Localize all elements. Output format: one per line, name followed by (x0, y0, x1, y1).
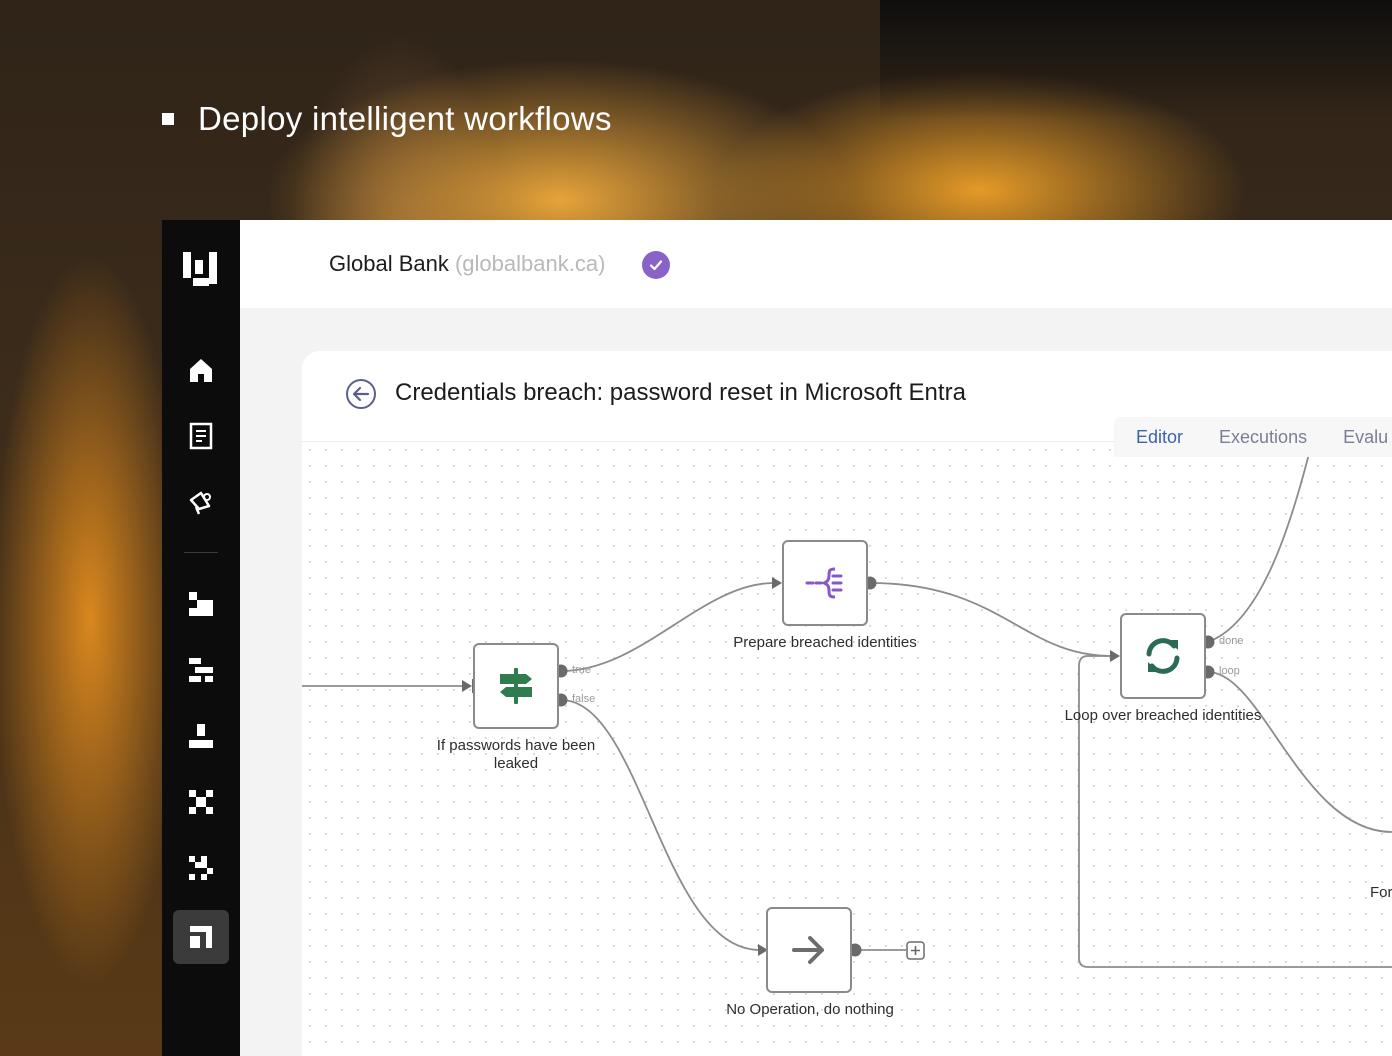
tagline-text: Deploy intelligent workflows (198, 100, 612, 137)
workflow-panel: Credentials breach: password reset in Mi… (302, 351, 1392, 1056)
arrow-right-icon (792, 936, 824, 964)
pixel-podium-icon[interactable] (187, 722, 215, 750)
home-icon[interactable] (187, 356, 215, 384)
port-label-false: false (572, 693, 596, 705)
sidebar-divider (184, 552, 218, 553)
organization-name: Global Bank (globalbank.ca) (329, 251, 605, 277)
pixel-cross-icon[interactable] (187, 788, 215, 816)
pixel-checker-icon[interactable] (187, 854, 215, 882)
refresh-loop-icon (1146, 638, 1180, 674)
top-header: Global Bank (globalbank.ca) (240, 220, 1392, 309)
add-node-button (906, 941, 925, 960)
signpost-icon (500, 668, 532, 704)
node-label-prepare: Prepare breached identities (733, 634, 917, 651)
port-label-loop: loop (1219, 665, 1240, 677)
node-loop-over-breached-identities[interactable] (1120, 613, 1206, 699)
app-logo-icon[interactable] (183, 252, 219, 288)
background-shadow (880, 0, 1392, 120)
node-label-loop: Loop over breached identities (1064, 707, 1262, 724)
node-label-noop: No Operation, do nothing (726, 1001, 894, 1018)
verified-check-icon (642, 251, 670, 279)
back-arrow-icon[interactable] (345, 378, 377, 410)
org-name-text: Global Bank (329, 251, 449, 276)
org-domain-text: (globalbank.ca) (454, 251, 606, 276)
port-label-true: true (572, 664, 591, 676)
tagline: Deploy intelligent workflows (162, 100, 612, 138)
node-no-operation[interactable] (766, 907, 852, 993)
pixel-stairs-icon[interactable] (187, 656, 215, 684)
workflow-title: Credentials breach: password reset in Mi… (395, 379, 966, 406)
workflow-tabs: Editor Executions Evalu (1114, 417, 1392, 457)
workflow-arrow-icon[interactable] (187, 923, 215, 951)
tab-editor[interactable]: Editor (1136, 427, 1183, 448)
sidebar (162, 220, 240, 1056)
tab-executions[interactable]: Executions (1219, 427, 1307, 448)
code-brackets-icon (805, 567, 843, 599)
node-if-passwords-leaked[interactable] (473, 643, 559, 729)
node-prepare-breached-identities[interactable] (782, 540, 868, 626)
bullet-square-icon (162, 113, 174, 125)
document-icon[interactable] (187, 422, 215, 450)
pixel-grid-icon[interactable] (187, 590, 215, 618)
node-label-if: If passwords have been leaked (436, 737, 596, 772)
node-label-cut: For (1370, 884, 1392, 901)
tab-evaluations[interactable]: Evalu (1343, 427, 1388, 448)
workflow-canvas[interactable]: true false done loop If passwords have b… (302, 442, 1392, 1056)
port-label-done: done (1219, 635, 1244, 647)
megaphone-icon[interactable] (187, 488, 215, 516)
